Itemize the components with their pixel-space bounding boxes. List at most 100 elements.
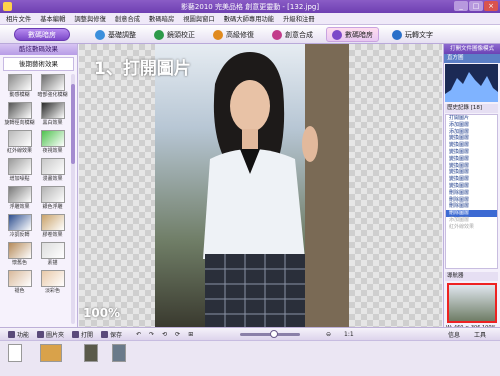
effect-item[interactable]: 懷舊色 <box>3 242 36 268</box>
close-button[interactable]: × <box>484 1 498 11</box>
history-item[interactable]: 變換圖層 <box>446 176 497 183</box>
tab-repair[interactable]: 高級修復 <box>208 27 259 42</box>
history-item[interactable]: 變換圖層 <box>446 183 497 190</box>
effect-item[interactable]: 暗部強化模糊 <box>36 74 69 100</box>
effect-item[interactable]: 夜視效果 <box>36 130 69 156</box>
effect-item[interactable]: 動感模糊 <box>3 74 36 100</box>
folder-button[interactable]: 圖片夾 <box>37 330 64 339</box>
undo-button[interactable]: ↶ <box>136 331 141 338</box>
rotate-right-icon: ⟳ <box>175 330 181 338</box>
effects-scroll-thumb[interactable] <box>71 84 75 164</box>
image-canvas[interactable]: 1、打開圖片 100% <box>79 44 442 327</box>
effect-label: 褪色 <box>14 288 25 294</box>
effect-thumbnail <box>40 270 65 287</box>
redo-button[interactable]: ↷ <box>149 331 154 338</box>
zoom-out-button[interactable]: ⊖ <box>326 331 331 338</box>
white-shirt-shape <box>203 149 305 259</box>
film-thumb-3[interactable] <box>84 344 98 362</box>
tab-compose[interactable]: 創意合成 <box>267 27 318 42</box>
film-thumb-1[interactable] <box>8 344 22 362</box>
maximize-button[interactable]: □ <box>469 1 483 11</box>
tab-darkroom[interactable]: 數碼暗房 <box>326 27 379 42</box>
effect-item[interactable]: 浮雕效果 <box>3 186 36 212</box>
effect-item[interactable]: 增加噪點 <box>3 158 36 184</box>
info-tab-button[interactable]: 信息 <box>448 330 460 339</box>
effect-item[interactable]: 漫畫效果 <box>36 158 69 184</box>
open-button[interactable]: 打開 <box>72 330 93 339</box>
menu-item-view[interactable]: 視圖與窗口 <box>183 14 214 23</box>
menu-item-darkroom[interactable]: 數碼暗房 <box>149 14 174 23</box>
fit-button[interactable]: ⊞ <box>188 331 193 338</box>
effects-panel-header: 酷炫數碼效果 <box>0 44 77 55</box>
history-item[interactable]: 刪除圖層 <box>446 190 497 197</box>
menu-item-pro[interactable]: 數碼大師專用功能 <box>224 14 274 23</box>
tab-lens[interactable]: 鏡頭校正 <box>149 27 200 42</box>
portrait-illustration <box>203 44 349 327</box>
rotate-left-button[interactable]: ⟲ <box>162 331 167 338</box>
tab-text[interactable]: 玩轉文字 <box>387 27 438 42</box>
effect-label: 暗部強化模糊 <box>37 92 68 98</box>
effect-label: 淡彩色 <box>44 288 60 294</box>
info-panel: 打開文件圖像模式 直方圖 歷史記錄 [18] 打開圖片 添加圖層 添加圖層 變換圖層變… <box>443 44 500 332</box>
effect-label: 浮雕效果 <box>9 204 30 210</box>
lens-icon <box>154 29 164 40</box>
menu-item-edit[interactable]: 基本編輯 <box>40 14 65 23</box>
menu-item-adjust[interactable]: 調整與修復 <box>74 14 105 23</box>
effect-thumbnail <box>40 130 65 147</box>
effect-item[interactable]: 淡彩色 <box>36 270 69 296</box>
history-item[interactable]: 打開圖片 <box>446 115 497 122</box>
tab-label: 數碼暗房 <box>345 30 373 39</box>
minimize-button[interactable]: _ <box>454 1 468 11</box>
navigator-preview[interactable] <box>447 283 497 323</box>
effect-item[interactable]: 膠卷效果 <box>36 214 69 240</box>
history-item[interactable]: 添加圖層 <box>446 217 497 224</box>
zoom-slider-knob[interactable] <box>270 330 278 338</box>
tab-adjust[interactable]: 基礎調整 <box>90 27 141 42</box>
main-toolbar: 數碼暗房 基礎調整 鏡頭校正 高級修復 創意合成 數碼暗房 玩轉文字 <box>0 25 500 44</box>
effect-thumbnail <box>40 158 65 175</box>
histogram-header: 直方圖 <box>444 54 500 63</box>
effect-item[interactable]: 旋轉徑向模糊 <box>3 102 36 128</box>
effect-item[interactable]: 冷調反轉 <box>3 214 36 240</box>
tree-trunk <box>305 44 349 327</box>
effect-label: 夜視效果 <box>42 148 63 154</box>
effect-item[interactable]: 黑白效果 <box>36 102 69 128</box>
folder-icon <box>37 330 45 338</box>
tab-label: 創意合成 <box>285 30 313 39</box>
face-shape <box>230 80 270 132</box>
history-header: 歷史記錄 [18] <box>445 104 498 113</box>
actual-size-button[interactable]: 1:1 <box>344 331 354 338</box>
history-item[interactable]: 刪除圖層 <box>446 210 497 217</box>
history-item[interactable]: 變換圖層 <box>446 149 497 156</box>
effect-item[interactable]: 銀色浮雕 <box>36 186 69 212</box>
menu-item-file[interactable]: 相片文件 <box>6 14 31 23</box>
effect-thumbnail <box>7 102 32 119</box>
effect-item[interactable]: 紅外線效果 <box>3 130 36 156</box>
menu-item-compose[interactable]: 創意合成 <box>115 14 140 23</box>
undo-icon: ↶ <box>136 330 142 338</box>
function-button[interactable]: 功能 <box>8 330 29 339</box>
open-label: 打開 <box>81 331 94 339</box>
fit-icon: ⊞ <box>188 330 194 338</box>
history-item[interactable]: 變換圖層 <box>446 142 497 149</box>
effect-label: 懷舊色 <box>11 260 27 266</box>
tools-tab-button[interactable]: 工具 <box>474 330 486 339</box>
actual-size-label: 1:1 <box>344 330 354 338</box>
effect-thumbnail <box>40 74 65 91</box>
darkroom-icon <box>332 29 342 40</box>
menu-item-register[interactable]: 升級和注冊 <box>283 14 314 23</box>
history-item[interactable]: 變換圖層 <box>446 156 497 163</box>
window-title: 影藝2010 完美品格 創意更靈動 - [132.jpg] <box>180 3 320 11</box>
save-button[interactable]: 保存 <box>101 330 122 339</box>
darkroom-mode-button[interactable]: 數碼暗房 <box>14 28 70 41</box>
film-thumb-4[interactable] <box>112 344 126 362</box>
history-item[interactable]: 紅外線效果 <box>446 224 497 231</box>
effects-category-dropdown[interactable]: 後期藝術效果 <box>3 57 74 71</box>
rotate-right-button[interactable]: ⟳ <box>175 331 180 338</box>
effect-item[interactable]: 褪色 <box>3 270 36 296</box>
history-item[interactable]: 添加圖層 <box>446 122 497 129</box>
effect-label: 動感模糊 <box>9 92 30 98</box>
effect-thumbnail <box>40 102 65 119</box>
effect-item[interactable]: 素描 <box>36 242 69 268</box>
film-thumb-2[interactable] <box>40 344 62 362</box>
